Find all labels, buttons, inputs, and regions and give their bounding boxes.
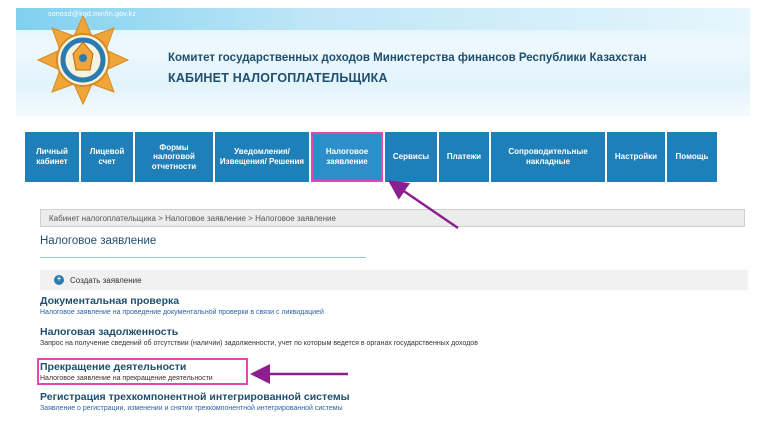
section-title: Документальная проверка [40,295,180,307]
nav-help[interactable]: Помощь [667,132,717,182]
plus-circle-icon[interactable]: + [54,275,64,285]
nav-personal-cabinet[interactable]: Личный кабинет [25,132,79,182]
nav-settings[interactable]: Настройки [607,132,665,182]
section-documentary-audit: Документальная проверка Налоговое заявле… [40,295,324,316]
emblem-logo [36,14,130,106]
section-link[interactable]: Запрос на получение сведений об отсутств… [40,340,478,347]
organization-name: Комитет государственных доходов Министер… [168,52,647,64]
nav-payments[interactable]: Платежи [439,132,489,182]
page-title: Налоговое заявление [40,235,157,247]
section-link[interactable]: Заявление о регистрации, изменении и сня… [40,405,350,412]
nav-notifications[interactable]: Уведомления/ Извещения/ Решения [215,132,309,182]
termination-highlight-box [37,358,248,385]
nav-personal-account[interactable]: Лицевой счет [81,132,133,182]
create-application-button[interactable]: Создать заявление [70,276,142,285]
nav-tax-application[interactable]: Налоговое заявление [311,132,383,182]
section-tax-debt: Налоговая задолженность Запрос на получе… [40,326,478,347]
nav-waybills[interactable]: Сопроводительные накладные [491,132,605,182]
section-title: Регистрация трехкомпонентной интегрирова… [40,391,350,403]
nav-tax-report-forms[interactable]: Формы налоговой отчетности [135,132,213,182]
breadcrumb: Кабинет налогоплательщика > Налоговое за… [40,209,745,227]
cabinet-title: КАБИНЕТ НАЛОГОПЛАТЕЛЬЩИКА [168,71,388,85]
nav-services[interactable]: Сервисы [385,132,437,182]
section-three-component-system: Регистрация трехкомпонентной интегрирова… [40,391,350,412]
section-title: Налоговая задолженность [40,326,179,338]
create-application-bar: + Создать заявление [40,270,748,290]
main-nav: Личный кабинет Лицевой счет Формы налого… [25,132,747,182]
section-link[interactable]: Налоговое заявление на проведение докуме… [40,309,324,316]
title-divider [40,257,366,258]
